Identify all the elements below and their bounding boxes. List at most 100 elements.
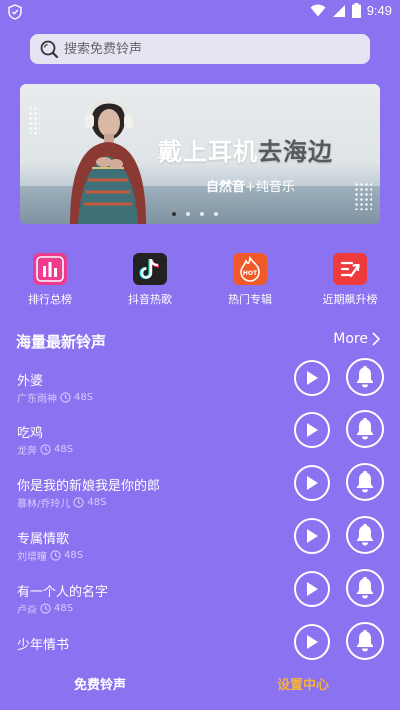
song-meta: 刘增瞳 48S <box>17 548 83 563</box>
status-time: 9:49 <box>366 3 392 18</box>
banner-title: 戴上耳机去海边 <box>158 132 333 167</box>
play-button[interactable] <box>294 624 330 660</box>
banner-title-bold: 去海边 <box>258 138 333 166</box>
song-meta: 慕林/乔玲儿 48S <box>17 495 106 510</box>
category-label: 抖音热歌 <box>128 293 172 306</box>
song-row[interactable]: 有一个人的名字 卢焱 48S <box>0 569 400 633</box>
chevron-right-icon <box>372 332 380 346</box>
banner-dots-decoration <box>354 182 372 210</box>
clock-icon <box>60 392 71 403</box>
search-input[interactable] <box>64 34 370 64</box>
play-button[interactable] <box>294 412 330 448</box>
song-row[interactable]: 专属情歌 刘增瞳 48S <box>0 516 400 580</box>
set-ringtone-button[interactable] <box>346 358 384 396</box>
clock-icon <box>40 444 51 455</box>
song-row[interactable]: 你是我的新娘我是你的郎 慕林/乔玲儿 48S <box>0 463 400 527</box>
tiktok-icon[interactable] <box>133 253 167 285</box>
song-duration: 48S <box>54 444 74 455</box>
song-artist: 刘增瞳 <box>17 552 47 563</box>
set-ringtone-button[interactable] <box>346 516 384 554</box>
pager-dot-active[interactable] <box>172 212 176 216</box>
bell-icon <box>356 418 374 440</box>
bell-icon <box>356 577 374 599</box>
category-ranking[interactable]: 排行总榜 <box>10 253 90 307</box>
bell-icon <box>356 630 374 652</box>
nav-settings-center[interactable]: 设置中心 <box>277 674 329 693</box>
play-icon <box>307 582 318 596</box>
category-label: 热门专辑 <box>228 293 272 306</box>
category-rising[interactable]: 近期飙升榜 <box>310 253 390 307</box>
category-label: 排行总榜 <box>28 293 72 306</box>
shield-icon <box>8 4 22 20</box>
clock-icon <box>40 603 51 614</box>
song-title[interactable]: 吃鸡 <box>17 422 43 441</box>
song-row[interactable]: 外婆 广东雨神 48S <box>0 358 400 422</box>
pager-dot[interactable] <box>200 212 204 216</box>
banner-pager <box>172 212 218 216</box>
more-button[interactable]: More <box>333 331 380 347</box>
banner-dots-decoration <box>28 106 40 134</box>
set-ringtone-button[interactable] <box>346 410 384 448</box>
song-duration: 48S <box>87 497 107 508</box>
song-artist: 卢焱 <box>17 605 37 616</box>
set-ringtone-button[interactable] <box>346 622 384 660</box>
search-bar[interactable] <box>30 34 370 64</box>
banner-subtitle-rest: +纯音乐 <box>245 180 295 195</box>
bottom-nav: 免费铃声 设置中心 <box>0 660 400 710</box>
song-title[interactable]: 外婆 <box>17 370 43 389</box>
bell-icon <box>356 524 374 546</box>
play-icon <box>307 529 318 543</box>
banner-person-image <box>70 99 146 224</box>
category-label: 近期飙升榜 <box>322 293 378 306</box>
song-artist: 龙奔 <box>17 446 37 457</box>
song-meta: 卢焱 48S <box>17 601 73 616</box>
pager-dot[interactable] <box>186 212 190 216</box>
hot-fire-icon[interactable]: HOT <box>233 253 267 285</box>
song-row[interactable]: 吃鸡 龙奔 48S <box>0 410 400 474</box>
promo-banner[interactable]: 戴上耳机去海边 自然音+纯音乐 <box>20 84 380 224</box>
status-bar: 9:49 <box>0 0 400 24</box>
play-button[interactable] <box>294 360 330 396</box>
signal-icon <box>332 4 345 17</box>
section-title: 海量最新铃声 <box>16 333 107 351</box>
song-duration: 48S <box>64 550 84 561</box>
more-label: More <box>333 331 368 347</box>
bell-icon <box>356 471 374 493</box>
song-title[interactable]: 有一个人的名字 <box>17 581 108 600</box>
category-hot-albums[interactable]: HOT 热门专辑 <box>210 253 290 307</box>
song-artist: 慕林/乔玲儿 <box>17 499 71 510</box>
bar-chart-icon[interactable] <box>33 253 67 285</box>
play-button[interactable] <box>294 571 330 607</box>
battery-icon <box>351 3 361 18</box>
pager-dot[interactable] <box>214 212 218 216</box>
clock-icon <box>50 550 61 561</box>
svg-text:HOT: HOT <box>243 270 258 277</box>
set-ringtone-button[interactable] <box>346 569 384 607</box>
clock-icon <box>73 497 85 508</box>
song-duration: 48S <box>74 392 94 403</box>
play-button[interactable] <box>294 465 330 501</box>
category-row: 排行总榜 抖音热歌 HOT 热门专辑 近期飙升榜 <box>0 253 400 309</box>
bell-icon <box>356 366 374 388</box>
banner-title-light: 戴上耳机 <box>158 138 258 166</box>
song-duration: 48S <box>54 603 74 614</box>
category-tiktok[interactable]: 抖音热歌 <box>110 253 190 307</box>
song-artist: 广东雨神 <box>17 394 57 405</box>
song-meta: 龙奔 48S <box>17 442 73 457</box>
search-icon[interactable] <box>38 38 60 60</box>
banner-subtitle-bold: 自然音 <box>206 180 246 195</box>
play-icon <box>307 423 318 437</box>
banner-subtitle: 自然音+纯音乐 <box>206 176 295 195</box>
play-button[interactable] <box>294 518 330 554</box>
play-icon <box>307 635 318 649</box>
song-meta: 广东雨神 48S <box>17 390 93 405</box>
song-title[interactable]: 少年情书 <box>17 634 69 653</box>
nav-free-ringtones[interactable]: 免费铃声 <box>74 674 126 693</box>
song-title[interactable]: 专属情歌 <box>17 528 69 547</box>
song-title[interactable]: 你是我的新娘我是你的郎 <box>17 475 160 494</box>
set-ringtone-button[interactable] <box>346 463 384 501</box>
rising-chart-icon[interactable] <box>333 253 367 285</box>
status-indicators: 9:49 <box>310 3 392 18</box>
play-icon <box>307 371 318 385</box>
play-icon <box>307 476 318 490</box>
